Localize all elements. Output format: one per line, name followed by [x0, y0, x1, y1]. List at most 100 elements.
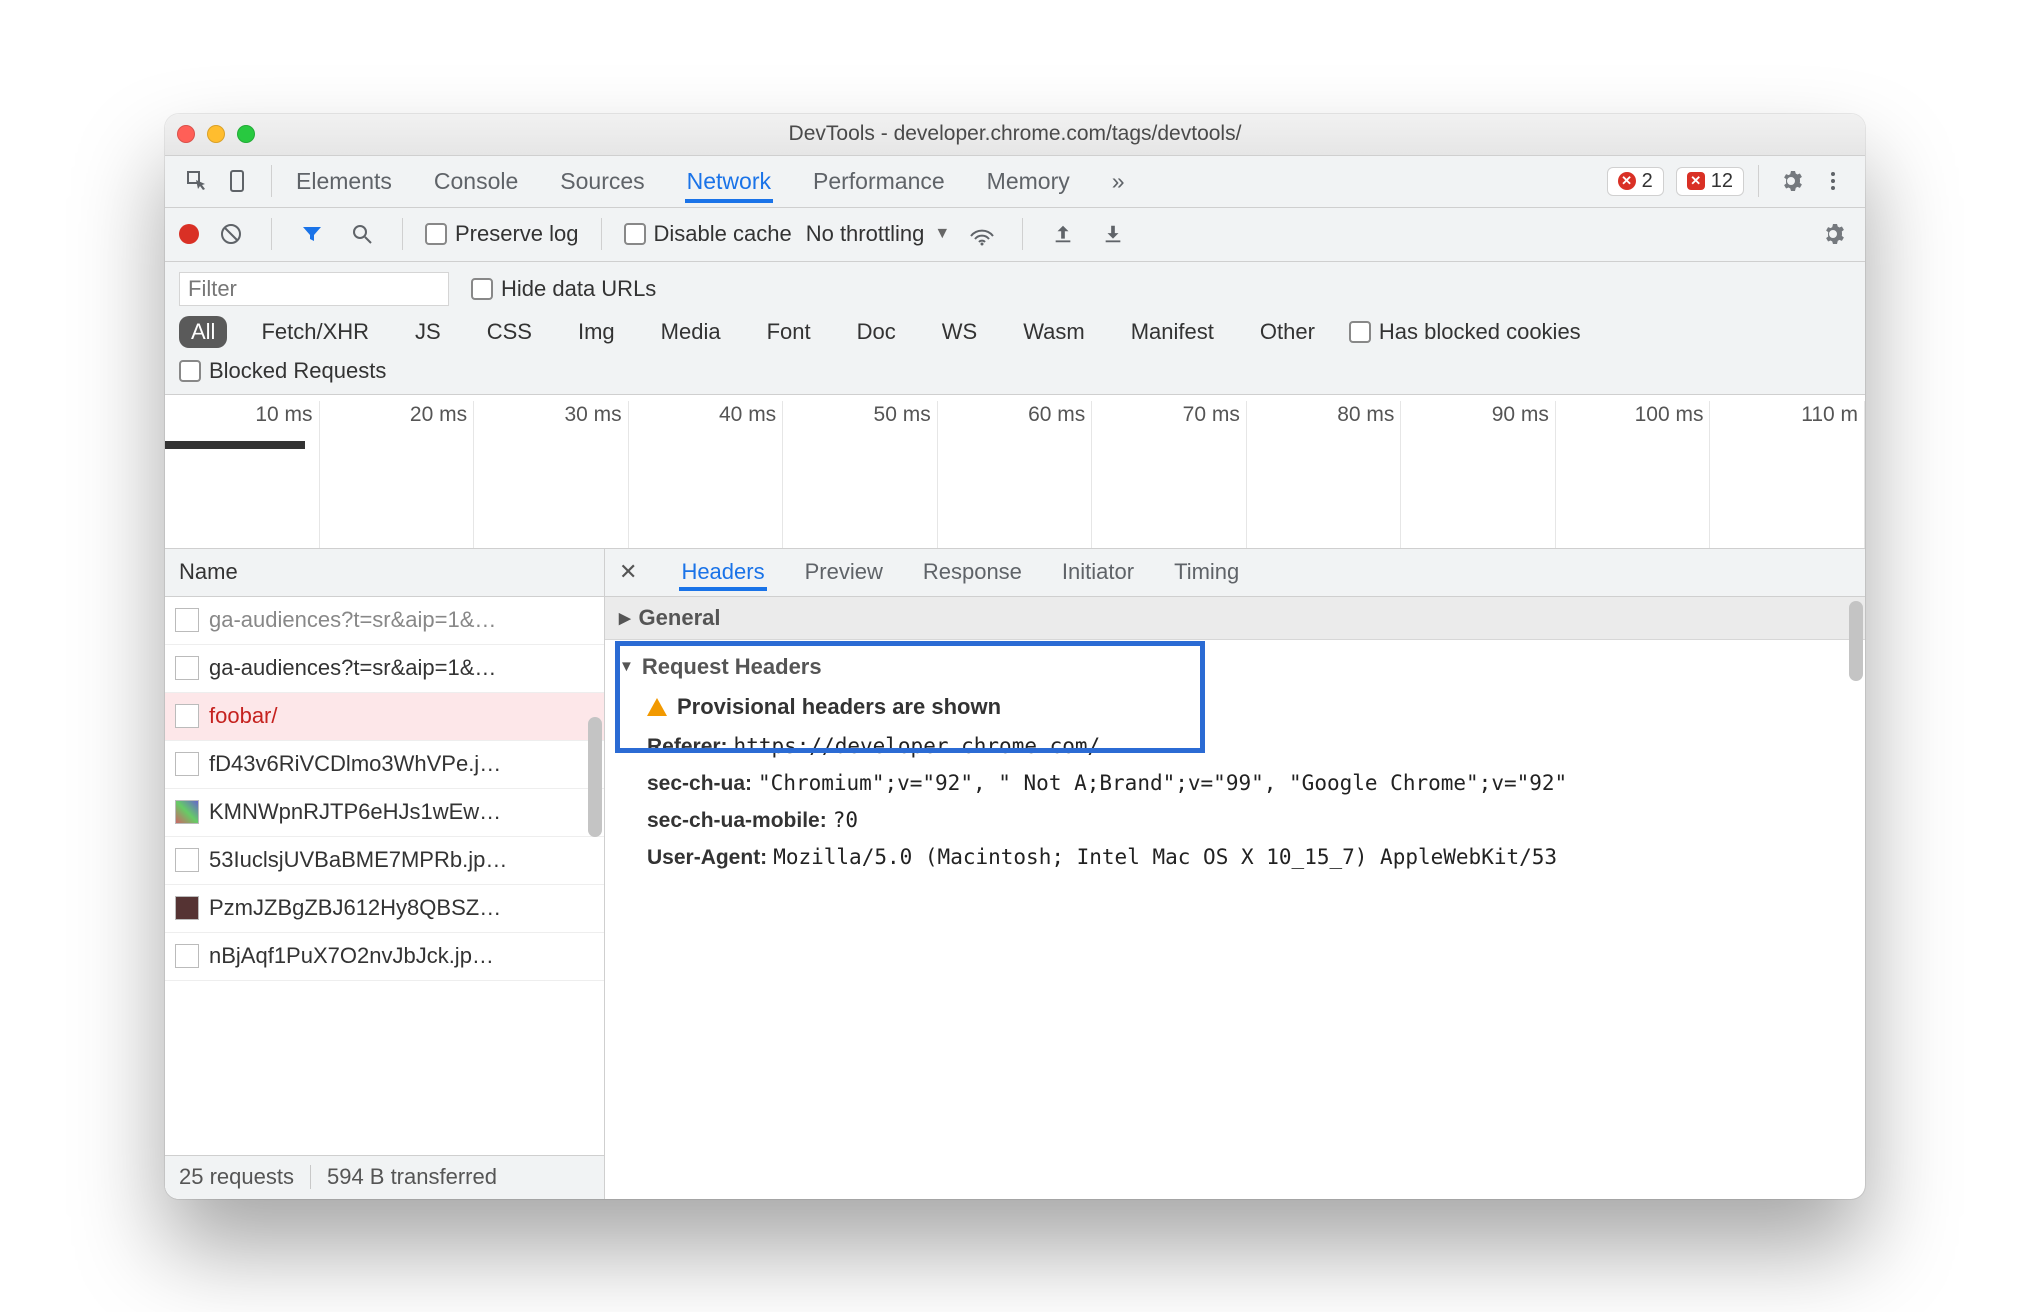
section-general-label: General: [639, 605, 721, 631]
request-name: ga-audiences?t=sr&aip=1&…: [209, 655, 496, 681]
has-blocked-cookies-checkbox[interactable]: Has blocked cookies: [1349, 319, 1581, 345]
download-har-icon[interactable]: [1095, 216, 1131, 252]
request-list[interactable]: ga-audiences?t=sr&aip=1&… ga-audiences?t…: [165, 597, 604, 1155]
request-row[interactable]: fD43v6RiVCDlmo3WhVPe.j…: [165, 741, 604, 789]
header-key: Referer:: [647, 735, 728, 758]
request-count: 25 requests: [179, 1164, 294, 1190]
filter-type-doc[interactable]: Doc: [845, 316, 908, 348]
settings-gear-icon[interactable]: [1773, 163, 1809, 199]
request-row[interactable]: KMNWpnRJTP6eHJs1wEw…: [165, 789, 604, 837]
filter-type-other[interactable]: Other: [1248, 316, 1327, 348]
time-label: 30 ms: [474, 401, 629, 549]
filter-type-font[interactable]: Font: [755, 316, 823, 348]
time-label: 80 ms: [1247, 401, 1402, 549]
preserve-log-checkbox[interactable]: Preserve log: [425, 221, 579, 247]
provisional-text: Provisional headers are shown: [677, 694, 1001, 720]
detail-tab-preview[interactable]: Preview: [803, 553, 885, 591]
filter-type-js[interactable]: JS: [403, 316, 453, 348]
more-menu-icon[interactable]: [1815, 163, 1851, 199]
request-name: ga-audiences?t=sr&aip=1&…: [209, 607, 496, 633]
clear-icon[interactable]: [213, 216, 249, 252]
devtools-window: DevTools - developer.chrome.com/tags/dev…: [165, 114, 1865, 1199]
filter-input[interactable]: Filter: [179, 272, 449, 306]
disable-cache-label: Disable cache: [654, 221, 792, 246]
upload-har-icon[interactable]: [1045, 216, 1081, 252]
error-icon: ✕: [1687, 172, 1705, 190]
filter-type-media[interactable]: Media: [649, 316, 733, 348]
collapse-right-icon: ▶: [619, 609, 631, 627]
time-label: 90 ms: [1401, 401, 1556, 549]
header-row: sec-ch-ua-mobile:?0: [619, 802, 1851, 839]
window-title: DevTools - developer.chrome.com/tags/dev…: [165, 122, 1865, 146]
separator: [1758, 165, 1759, 197]
header-value: Mozilla/5.0 (Macintosh; Intel Mac OS X 1…: [773, 845, 1557, 869]
detail-tab-timing[interactable]: Timing: [1172, 553, 1241, 591]
detail-tab-response[interactable]: Response: [921, 553, 1024, 591]
tab-network[interactable]: Network: [685, 160, 773, 203]
scrollbar-thumb[interactable]: [588, 717, 602, 837]
network-toolbar: Preserve log Disable cache No throttling…: [165, 208, 1865, 262]
blocked-requests-checkbox[interactable]: Blocked Requests: [179, 358, 386, 384]
timeline-overview[interactable]: 10 ms 20 ms 30 ms 40 ms 50 ms 60 ms 70 m…: [165, 395, 1865, 549]
filter-type-wasm[interactable]: Wasm: [1011, 316, 1097, 348]
request-row[interactable]: nBjAqf1PuX7O2nvJbJck.jp…: [165, 933, 604, 981]
filter-type-fetch-xhr[interactable]: Fetch/XHR: [249, 316, 381, 348]
tab-console[interactable]: Console: [432, 160, 520, 203]
file-icon: [175, 848, 199, 872]
request-name: foobar/: [209, 703, 278, 729]
inspect-element-icon[interactable]: [179, 163, 215, 199]
section-request-headers[interactable]: ▼ Request Headers: [619, 648, 1851, 686]
filter-icon[interactable]: [294, 216, 330, 252]
error-count-badge-2[interactable]: ✕ 12: [1676, 167, 1744, 196]
request-row[interactable]: ga-audiences?t=sr&aip=1&…: [165, 597, 604, 645]
disable-cache-checkbox[interactable]: Disable cache: [624, 221, 792, 247]
section-general[interactable]: ▶ General: [605, 597, 1865, 640]
search-icon[interactable]: [344, 216, 380, 252]
detail-tab-initiator[interactable]: Initiator: [1060, 553, 1136, 591]
request-row[interactable]: ga-audiences?t=sr&aip=1&…: [165, 645, 604, 693]
header-value: "Chromium";v="92", " Not A;Brand";v="99"…: [758, 771, 1567, 795]
file-icon: [175, 944, 199, 968]
request-name: KMNWpnRJTP6eHJs1wEw…: [209, 799, 501, 825]
request-list-panel: Name ga-audiences?t=sr&aip=1&… ga-audien…: [165, 549, 605, 1199]
detail-body[interactable]: ▶ General ▼ Request Headers Provisional …: [605, 597, 1865, 1199]
tab-elements[interactable]: Elements: [294, 160, 394, 203]
error-count-badge-1[interactable]: ✕ 2: [1607, 167, 1664, 196]
hide-data-urls-checkbox[interactable]: Hide data URLs: [471, 276, 656, 302]
separator: [271, 218, 272, 250]
tabs-overflow[interactable]: »: [1110, 160, 1127, 203]
file-icon: [175, 752, 199, 776]
split-view: Name ga-audiences?t=sr&aip=1&… ga-audien…: [165, 549, 1865, 1199]
header-key: sec-ch-ua:: [647, 772, 752, 795]
error-icon: ✕: [1618, 172, 1636, 190]
scrollbar-thumb[interactable]: [1849, 601, 1863, 681]
time-label: 100 ms: [1556, 401, 1711, 549]
record-button[interactable]: [179, 224, 199, 244]
time-label: 110 m: [1710, 401, 1865, 549]
network-conditions-icon[interactable]: [964, 216, 1000, 252]
request-list-header[interactable]: Name: [165, 549, 604, 597]
detail-tab-headers[interactable]: Headers: [679, 553, 766, 591]
throttling-dropdown[interactable]: No throttling ▼: [806, 221, 950, 247]
time-label: 10 ms: [165, 401, 320, 549]
close-detail-icon[interactable]: ✕: [619, 559, 637, 585]
filter-type-css[interactable]: CSS: [475, 316, 544, 348]
filter-type-all[interactable]: All: [179, 316, 227, 348]
separator: [601, 218, 602, 250]
header-row: Referer:https://developer.chrome.com/: [619, 728, 1851, 765]
time-label: 60 ms: [938, 401, 1093, 549]
filter-type-ws[interactable]: WS: [930, 316, 989, 348]
tab-sources[interactable]: Sources: [558, 160, 646, 203]
filter-type-img[interactable]: Img: [566, 316, 627, 348]
request-row[interactable]: PzmJZBgZBJ612Hy8QBSZ…: [165, 885, 604, 933]
network-settings-gear-icon[interactable]: [1815, 216, 1851, 252]
request-row[interactable]: 53IuclsjUVBaBME7MPRb.jp…: [165, 837, 604, 885]
tab-memory[interactable]: Memory: [985, 160, 1072, 203]
detail-tabs: ✕ Headers Preview Response Initiator Tim…: [605, 549, 1865, 597]
request-row-selected[interactable]: foobar/: [165, 693, 604, 741]
tab-performance[interactable]: Performance: [811, 160, 947, 203]
provisional-warning: Provisional headers are shown: [619, 686, 1851, 728]
filter-type-manifest[interactable]: Manifest: [1119, 316, 1226, 348]
device-toolbar-icon[interactable]: [221, 163, 257, 199]
separator: [1022, 218, 1023, 250]
